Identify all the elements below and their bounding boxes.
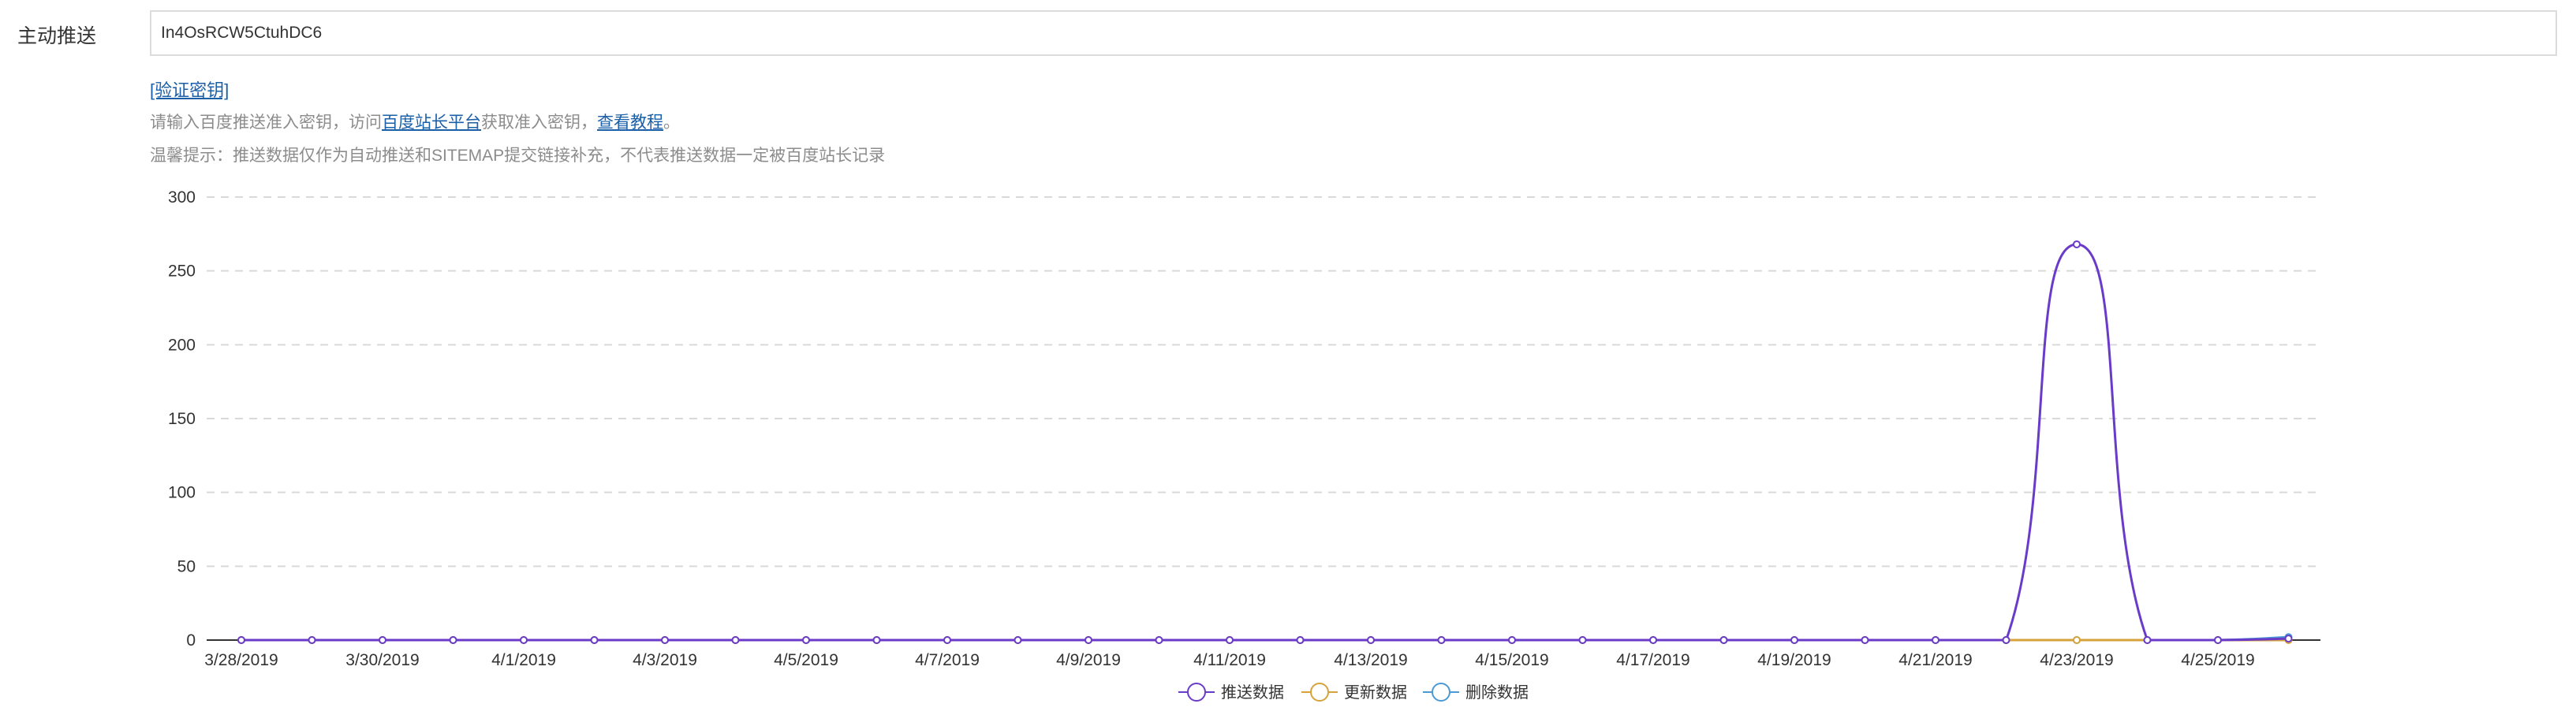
legend-marker[interactable]	[1187, 683, 1206, 702]
x-axis: 3/28/2019 3/30/2019 4/1/2019 4/3/2019 4/5/20…	[204, 639, 2320, 669]
data-point	[1367, 636, 1375, 644]
chart-series	[237, 240, 2293, 644]
data-point	[943, 636, 951, 644]
y-tick-label: 0	[186, 631, 196, 650]
legend-marker[interactable]	[1310, 683, 1329, 702]
y-axis: 0 50 100 150 200 250 300	[168, 188, 196, 650]
x-tick-label: 4/21/2019	[1898, 651, 1972, 669]
data-point	[1649, 636, 1657, 644]
y-tick-label: 200	[168, 336, 196, 354]
x-tick-label: 4/5/2019	[774, 651, 838, 669]
data-point	[1508, 636, 1516, 644]
data-point	[1226, 636, 1234, 644]
data-point	[1932, 636, 1939, 644]
data-point	[872, 636, 881, 644]
data-point	[2073, 240, 2081, 248]
legend-label[interactable]: 推送数据	[1221, 683, 1284, 702]
data-point	[449, 636, 457, 644]
data-point	[2214, 636, 2222, 644]
data-point	[1719, 636, 1728, 644]
x-tick-label: 4/25/2019	[2181, 651, 2254, 669]
data-point	[237, 636, 245, 644]
x-tick-label: 4/3/2019	[633, 651, 697, 669]
chart-grid	[207, 196, 2320, 568]
x-tick-label: 3/30/2019	[345, 651, 419, 669]
data-point	[590, 636, 599, 644]
data-point	[1437, 636, 1446, 644]
data-point	[379, 636, 386, 644]
legend-label[interactable]: 更新数据	[1344, 683, 1407, 702]
data-point	[520, 636, 528, 644]
y-tick-label: 250	[168, 262, 196, 281]
x-tick-label: 4/17/2019	[1616, 651, 1689, 669]
x-tick-label: 4/19/2019	[1757, 651, 1831, 669]
x-tick-label: 4/15/2019	[1475, 651, 1548, 669]
push-data-line-chart: 0 50 100 150 200 250 300 3/28/2019 3/30/2019 4/1…	[168, 188, 2320, 702]
x-tick-label: 4/1/2019	[491, 651, 556, 669]
data-point	[1155, 636, 1163, 644]
data-point	[731, 636, 740, 644]
data-point	[308, 636, 316, 644]
data-point	[1790, 636, 1798, 644]
data-point	[802, 636, 810, 644]
x-tick-label: 3/28/2019	[204, 651, 278, 669]
x-tick-label: 4/11/2019	[1193, 651, 1266, 669]
y-tick-label: 300	[168, 188, 196, 207]
data-point	[2073, 636, 2081, 644]
legend-label[interactable]: 删除数据	[1465, 683, 1529, 702]
y-tick-label: 150	[168, 410, 196, 428]
y-tick-label: 50	[177, 557, 196, 575]
data-point	[1296, 636, 1305, 644]
x-tick-label: 4/9/2019	[1056, 651, 1121, 669]
data-point	[1014, 636, 1022, 644]
data-point	[661, 636, 669, 644]
series-line	[241, 243, 2289, 642]
chart-legend: 推送数据 更新数据 删除数据	[1178, 683, 1529, 702]
data-point	[1861, 636, 1869, 644]
legend-marker[interactable]	[1432, 683, 1450, 702]
x-tick-label: 4/13/2019	[1334, 651, 1407, 669]
x-tick-label: 4/7/2019	[915, 651, 980, 669]
x-tick-label: 4/23/2019	[2040, 651, 2113, 669]
data-point	[2284, 635, 2293, 643]
y-tick-label: 100	[168, 484, 196, 502]
data-point	[1578, 636, 1587, 644]
data-point	[1085, 636, 1092, 644]
data-point	[2002, 636, 2010, 644]
data-point	[2143, 636, 2152, 644]
